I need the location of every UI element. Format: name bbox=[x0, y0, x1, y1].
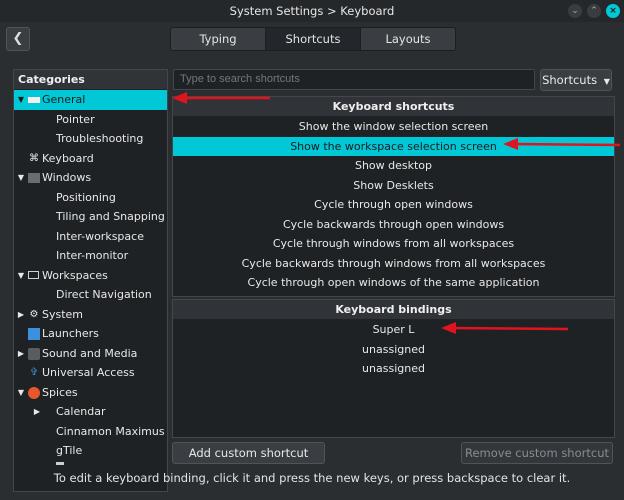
annotation-arrows bbox=[172, 92, 621, 334]
annotation-arrow bbox=[503, 138, 621, 150]
annotation-arrow bbox=[172, 92, 270, 104]
annotation-arrow bbox=[441, 322, 569, 334]
